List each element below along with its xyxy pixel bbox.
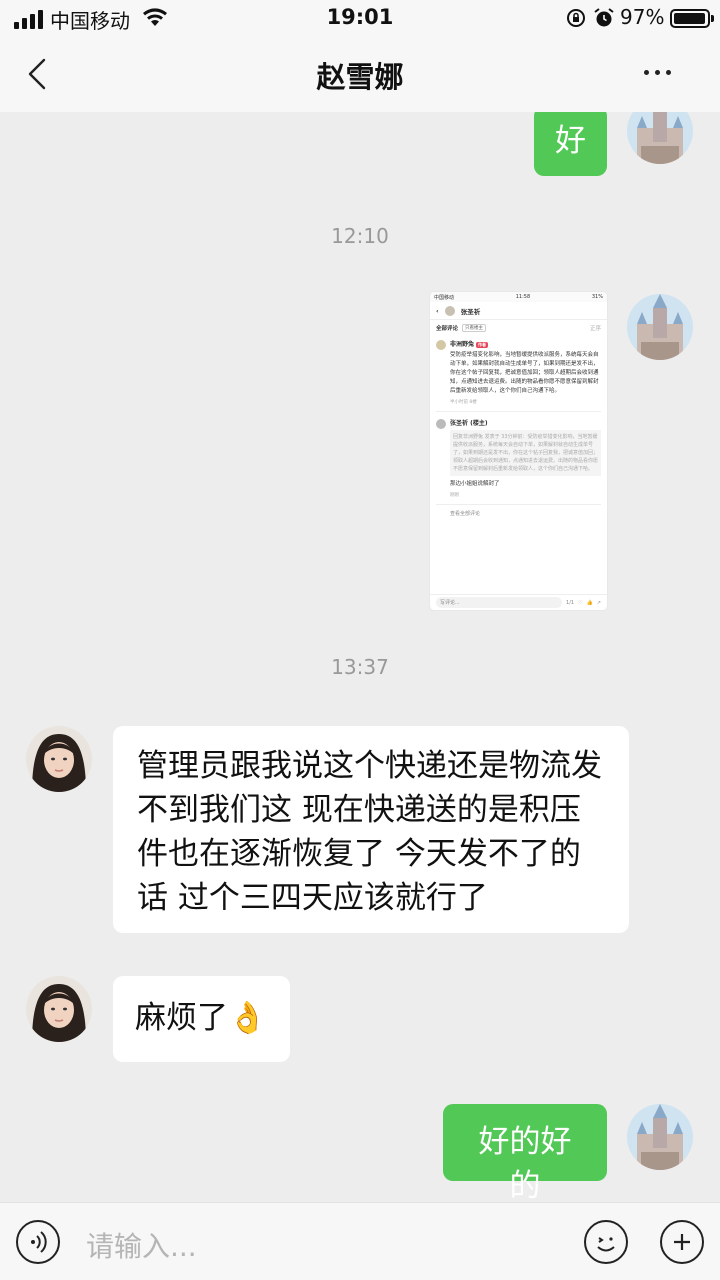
plus-icon[interactable]: [660, 1220, 704, 1264]
voice-icon[interactable]: [16, 1220, 60, 1264]
my-message-bubble[interactable]: 好的好的: [443, 1104, 607, 1202]
chat-area[interactable]: 好 12:10 中国移动 11:58 31% ‹ 张圣祈 全部评论 只看楼主 正…: [0, 112, 720, 1202]
thumb-carrier: 中国移动: [434, 294, 455, 301]
thumb-comment: 非洲野兔 作者 受防疫举措变化影响，当地暂缓提供收派服务，系统每天会自动下单，如果…: [430, 336, 607, 408]
thumb-status-bar: 中国移动 11:58 31%: [430, 292, 607, 302]
chat-header: 赵雪娜: [0, 36, 720, 112]
thumb-view-all: 查看全部评论: [450, 511, 481, 517]
thumb-comment-avatar: [436, 419, 446, 429]
timestamp: 12:10: [331, 224, 389, 248]
contact-avatar[interactable]: [26, 976, 92, 1042]
thumb-comment-avatar: [436, 340, 446, 350]
thumb-comment-text: 受防疫举措变化影响，当地暂缓提供收派服务，系统每天会自动下单，如果解封就自动生成…: [450, 352, 599, 394]
thumb-time: 11:58: [515, 294, 531, 300]
thumb-heart-icon: ♡: [578, 599, 583, 606]
thumb-comment-name: 非洲野兔: [450, 341, 475, 348]
alarm-icon: [594, 8, 614, 27]
contact-message-bubble[interactable]: 麻烦了👌: [113, 976, 290, 1062]
battery-percent: 97%: [620, 5, 665, 29]
message-text: 麻烦了👌: [135, 1000, 267, 1036]
thumb-tab-right: 正序: [589, 326, 601, 332]
thumb-page: 1/1: [566, 599, 575, 606]
message-input[interactable]: 请输入...: [86, 1225, 197, 1265]
thumb-back-icon: ‹: [436, 306, 439, 315]
thumb-bottom-bar: 写评论... 1/1 ♡ 👍 ↗: [430, 594, 607, 610]
status-bar: 中国移动 19:01 97%: [0, 0, 720, 36]
my-avatar[interactable]: [627, 112, 693, 164]
emoji-icon[interactable]: [584, 1220, 628, 1264]
rotation-lock-icon: [567, 9, 585, 27]
thumb-comment-quote: 回复非洲野兔 发表于 33分钟前：受防疫举措变化影响，当地暂缓提供收派服务，系统…: [450, 430, 601, 476]
message-text: 好的好的: [478, 1124, 572, 1202]
thumb-comment-name: 张圣祈 (楼主): [450, 420, 488, 427]
more-icon[interactable]: [644, 70, 671, 75]
thumb-nav: ‹ 张圣祈: [430, 302, 607, 320]
my-message-bubble[interactable]: 好: [534, 112, 607, 176]
thumb-comment: 张圣祈 (楼主) 回复非洲野兔 发表于 33分钟前：受防疫举措变化影响，当地暂缓…: [430, 415, 607, 501]
thumb-comment-badge: 作者: [476, 342, 489, 348]
thumb-avatar: [444, 305, 455, 316]
contact-message-bubble[interactable]: 管理员跟我说这个快递还是物流发不到我们这 现在快递送的是积压件也在逐渐恢复了 今…: [113, 726, 629, 933]
timestamp: 13:37: [331, 655, 389, 679]
thumb-tabs: 全部评论 只看楼主 正序: [430, 320, 607, 336]
message-text: 管理员跟我说这个快递还是物流发不到我们这 现在快递送的是积压件也在逐渐恢复了 今…: [137, 748, 602, 916]
thumb-tab-tag: 只看楼主: [462, 324, 487, 332]
contact-name: 赵雪娜: [316, 60, 404, 94]
thumb-input: 写评论...: [436, 597, 563, 608]
thumb-tab-all: 全部评论: [436, 326, 459, 332]
my-avatar[interactable]: [627, 1104, 693, 1170]
message-text: 好: [555, 123, 586, 159]
thumb-battery: 31%: [591, 294, 603, 300]
thumb-share-icon: ↗: [596, 599, 601, 606]
input-bar: 请输入...: [0, 1202, 720, 1280]
thumb-like-icon: 👍: [586, 599, 593, 606]
thumb-comment-meta: 刚刚: [450, 493, 459, 498]
thumb-comment-text: 那边小姐姐说解封了: [450, 481, 500, 487]
battery-icon: [670, 9, 714, 28]
screenshot-image-message[interactable]: 中国移动 11:58 31% ‹ 张圣祈 全部评论 只看楼主 正序 非洲野兔 作者…: [430, 292, 607, 610]
contact-avatar[interactable]: [26, 726, 92, 792]
my-avatar[interactable]: [627, 294, 693, 360]
thumb-nav-name: 张圣祈: [460, 307, 481, 316]
thumb-comment-meta: 半小时前 8楼: [450, 400, 477, 405]
